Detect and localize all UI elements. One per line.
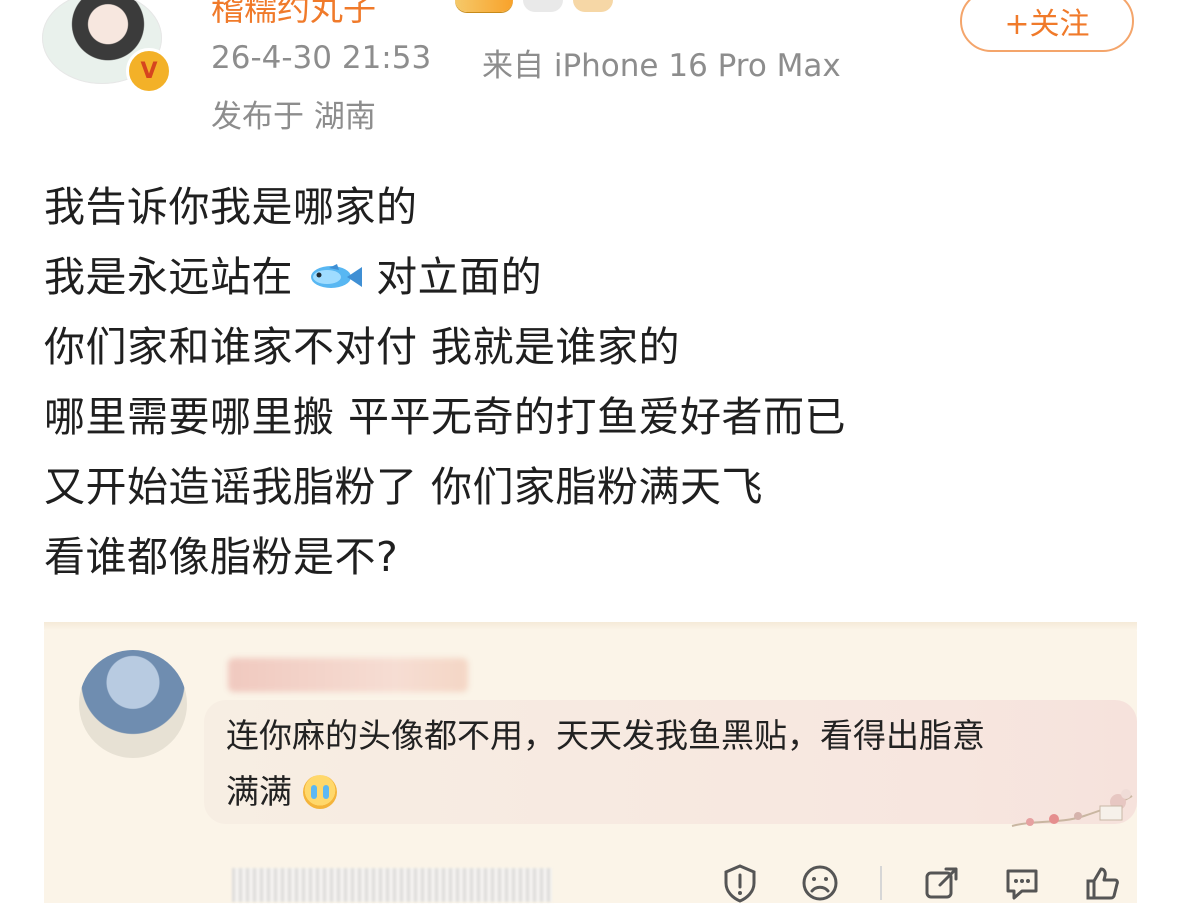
post-line: 哪里需要哪里搬 平平无奇的打鱼爱好者而已: [44, 393, 847, 441]
panda-badge-icon: [523, 0, 563, 12]
post-line-part: 我是永远站在: [44, 253, 293, 301]
sad-icon[interactable]: [800, 863, 840, 903]
comment-line: 连你麻的头像都不用，天天发我鱼黑贴，看得出脂意: [226, 716, 985, 755]
action-divider: [880, 866, 882, 900]
post-location: 发布于 湖南: [211, 99, 376, 135]
user-badges: [455, 0, 613, 16]
post-line: 我是永远站在 对立面的: [44, 242, 1144, 312]
post-line: 我告诉你我是哪家的: [44, 183, 418, 231]
comment-text: 连你麻的头像都不用，天天发我鱼黑贴，看得出脂意 满满: [226, 708, 1126, 820]
follow-button[interactable]: +关注: [960, 0, 1134, 52]
commenter-avatar[interactable]: [79, 650, 187, 758]
fish-icon: [310, 264, 362, 288]
like-icon[interactable]: [1082, 863, 1122, 903]
post-body: 我告诉你我是哪家的 我是永远站在 对立面的 你们家和谁家不对付 我就是谁家的 哪…: [44, 172, 1144, 592]
post-timestamp: 26-4-30 21:53: [211, 40, 432, 76]
emoji-badge-icon: [573, 0, 613, 12]
comment-icon[interactable]: [1002, 863, 1042, 903]
share-icon[interactable]: [922, 863, 962, 903]
author-name[interactable]: 稽糯约丸子: [211, 0, 376, 30]
report-icon[interactable]: [720, 863, 760, 903]
comment-line-part: 满满: [226, 772, 292, 811]
post-line: 你们家和谁家不对付 我就是谁家的: [44, 323, 681, 371]
post-source: 来自 iPhone 16 Pro Max: [482, 48, 841, 84]
redacted-text: [232, 868, 552, 902]
card-top-edge: [44, 622, 1137, 630]
floral-decoration-icon: [1011, 789, 1133, 827]
crying-emoji-icon: [302, 775, 337, 809]
follow-label: +关注: [1004, 7, 1090, 42]
member-badge-icon: [455, 0, 513, 12]
post-line: 又开始造谣我脂粉了 你们家脂粉满天飞: [44, 463, 764, 511]
action-bar: [720, 862, 1122, 904]
commenter-name-redacted: [228, 658, 468, 692]
post-line: 看谁都像脂粉是不?: [44, 533, 399, 581]
comment-line: 满满: [226, 764, 1126, 820]
verified-badge: V: [126, 48, 172, 94]
post-line-part: 对立面的: [376, 253, 543, 301]
